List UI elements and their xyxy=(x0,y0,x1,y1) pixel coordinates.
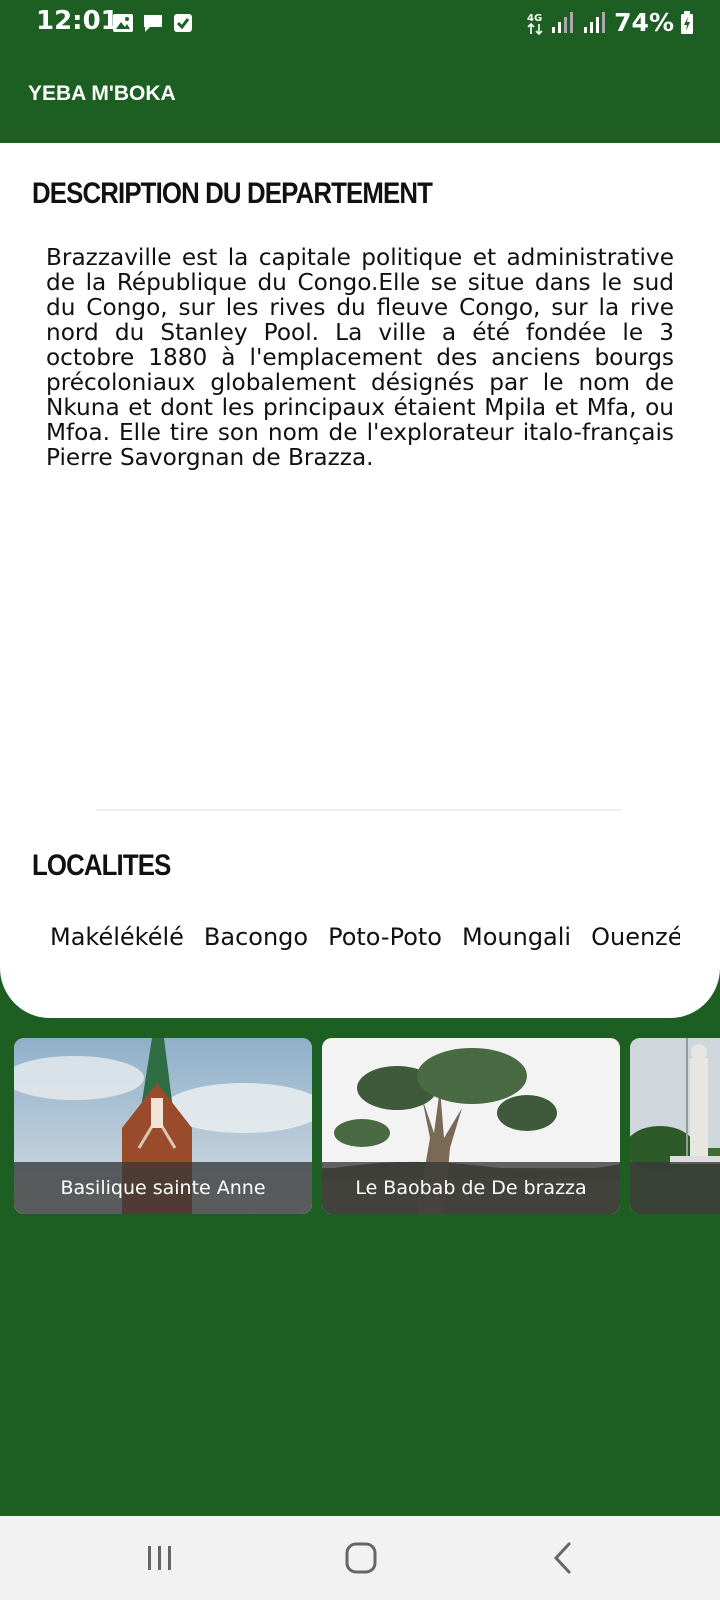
localites-title: LOCALITES xyxy=(32,849,171,882)
localite-item[interactable]: Ouenzé xyxy=(591,923,680,963)
message-icon xyxy=(144,15,162,32)
status-time: 12:01 xyxy=(36,6,119,36)
place-card[interactable]: Le Baobab de De brazza xyxy=(322,1038,620,1214)
battery-level: 74% xyxy=(614,8,674,37)
place-card[interactable]: Basilique sainte Anne xyxy=(14,1038,312,1214)
signal-icon-2 xyxy=(584,11,606,33)
image-icon xyxy=(113,14,133,32)
localite-item[interactable]: Makélékélé xyxy=(50,923,184,963)
back-icon[interactable] xyxy=(544,1538,584,1578)
recent-apps-icon[interactable] xyxy=(140,1538,180,1578)
description-title: DESCRIPTION DU DEPARTEMENT xyxy=(32,177,433,210)
notification-icons xyxy=(112,12,194,34)
network-4g-icon: 4G xyxy=(527,13,543,35)
localite-item[interactable]: Moungali xyxy=(462,923,571,963)
content-card: DESCRIPTION DU DEPARTEMENT Brazzaville e… xyxy=(0,143,720,1018)
app-title: YEBA M'BOKA xyxy=(28,82,176,105)
status-right: 4G 74% xyxy=(526,8,694,37)
localite-item[interactable]: Poto-Poto xyxy=(328,923,442,963)
app-bar: YEBA M'BOKA xyxy=(0,48,720,143)
home-icon[interactable] xyxy=(341,1538,381,1578)
place-label: Basilique sainte Anne xyxy=(60,1177,266,1199)
places-carousel[interactable]: Basilique sainte Anne Le Baobab de De br… xyxy=(14,1038,720,1214)
place-card[interactable]: Me xyxy=(630,1038,720,1214)
place-label: Le Baobab de De brazza xyxy=(355,1177,587,1199)
description-text: Brazzaville est la capitale politique et… xyxy=(46,244,674,471)
navigation-bar xyxy=(0,1516,720,1600)
battery-icon xyxy=(681,10,693,34)
status-bar: 12:01 4G 74% xyxy=(0,0,720,48)
divider xyxy=(96,809,622,811)
signal-icon xyxy=(552,11,574,33)
localites-list[interactable]: Makélékélé Bacongo Poto-Poto Moungali Ou… xyxy=(50,923,680,963)
check-icon xyxy=(174,14,192,32)
localite-item[interactable]: Bacongo xyxy=(204,923,308,963)
svg-text:4G: 4G xyxy=(527,13,542,24)
